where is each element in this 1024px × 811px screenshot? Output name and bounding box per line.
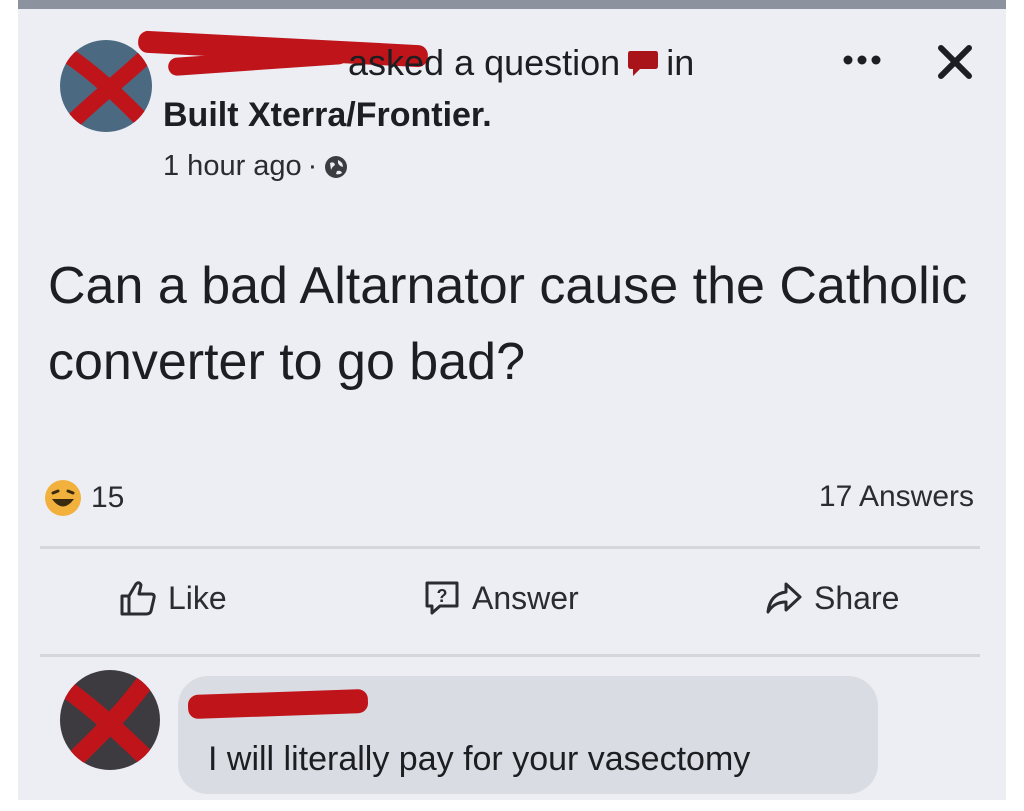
commenter-avatar[interactable]: [60, 670, 160, 770]
comment-bubble: I will literally pay for your vasectomy: [178, 676, 878, 794]
thumbs-up-icon: [120, 581, 156, 616]
reaction-count: 15: [91, 481, 125, 514]
header-action-text: asked a question: [348, 42, 621, 83]
header-in-text: in: [666, 42, 695, 83]
like-button[interactable]: Like: [118, 578, 227, 618]
timestamp[interactable]: 1 hour ago: [163, 150, 302, 183]
post-meta: 1 hour ago ·: [163, 150, 349, 183]
svg-text:?: ?: [437, 586, 448, 606]
comment-bubble-icon: [628, 51, 659, 76]
comment-text: I will literally pay for your vasectomy: [208, 740, 751, 778]
divider-top: [40, 546, 980, 549]
more-dots-icon[interactable]: [840, 48, 884, 72]
answer-button[interactable]: ? Answer: [422, 578, 579, 618]
redaction-x-mark: [60, 46, 152, 132]
question-text: Can a bad Altarnator cause the Catholic …: [48, 257, 968, 391]
share-arrow-icon: [766, 582, 802, 614]
redaction-x-mark: [60, 670, 159, 770]
group-name-link[interactable]: Built Xterra/Frontier.: [163, 96, 492, 135]
divider-bottom: [40, 654, 980, 657]
post-card: asked a question in Built Xterra/Frontie…: [18, 0, 1006, 800]
answer-label: Answer: [472, 579, 579, 616]
like-label: Like: [168, 579, 227, 616]
author-avatar[interactable]: [60, 40, 152, 132]
redacted-commenter-name: [187, 688, 369, 720]
top-border: [18, 0, 1006, 9]
globe-icon: [325, 155, 348, 178]
reaction-summary[interactable]: 15: [43, 478, 124, 518]
close-icon[interactable]: [933, 40, 977, 84]
post-header-line: asked a question in: [348, 42, 694, 84]
action-bar: Like ? Answer Share: [18, 560, 1006, 650]
share-button[interactable]: Share: [764, 578, 899, 618]
share-label: Share: [814, 579, 900, 616]
haha-reaction-icon: [45, 480, 81, 516]
answers-count-link[interactable]: 17 Answers: [819, 480, 974, 514]
meta-separator: ·: [307, 150, 318, 182]
question-bubble-icon: ?: [425, 581, 459, 615]
